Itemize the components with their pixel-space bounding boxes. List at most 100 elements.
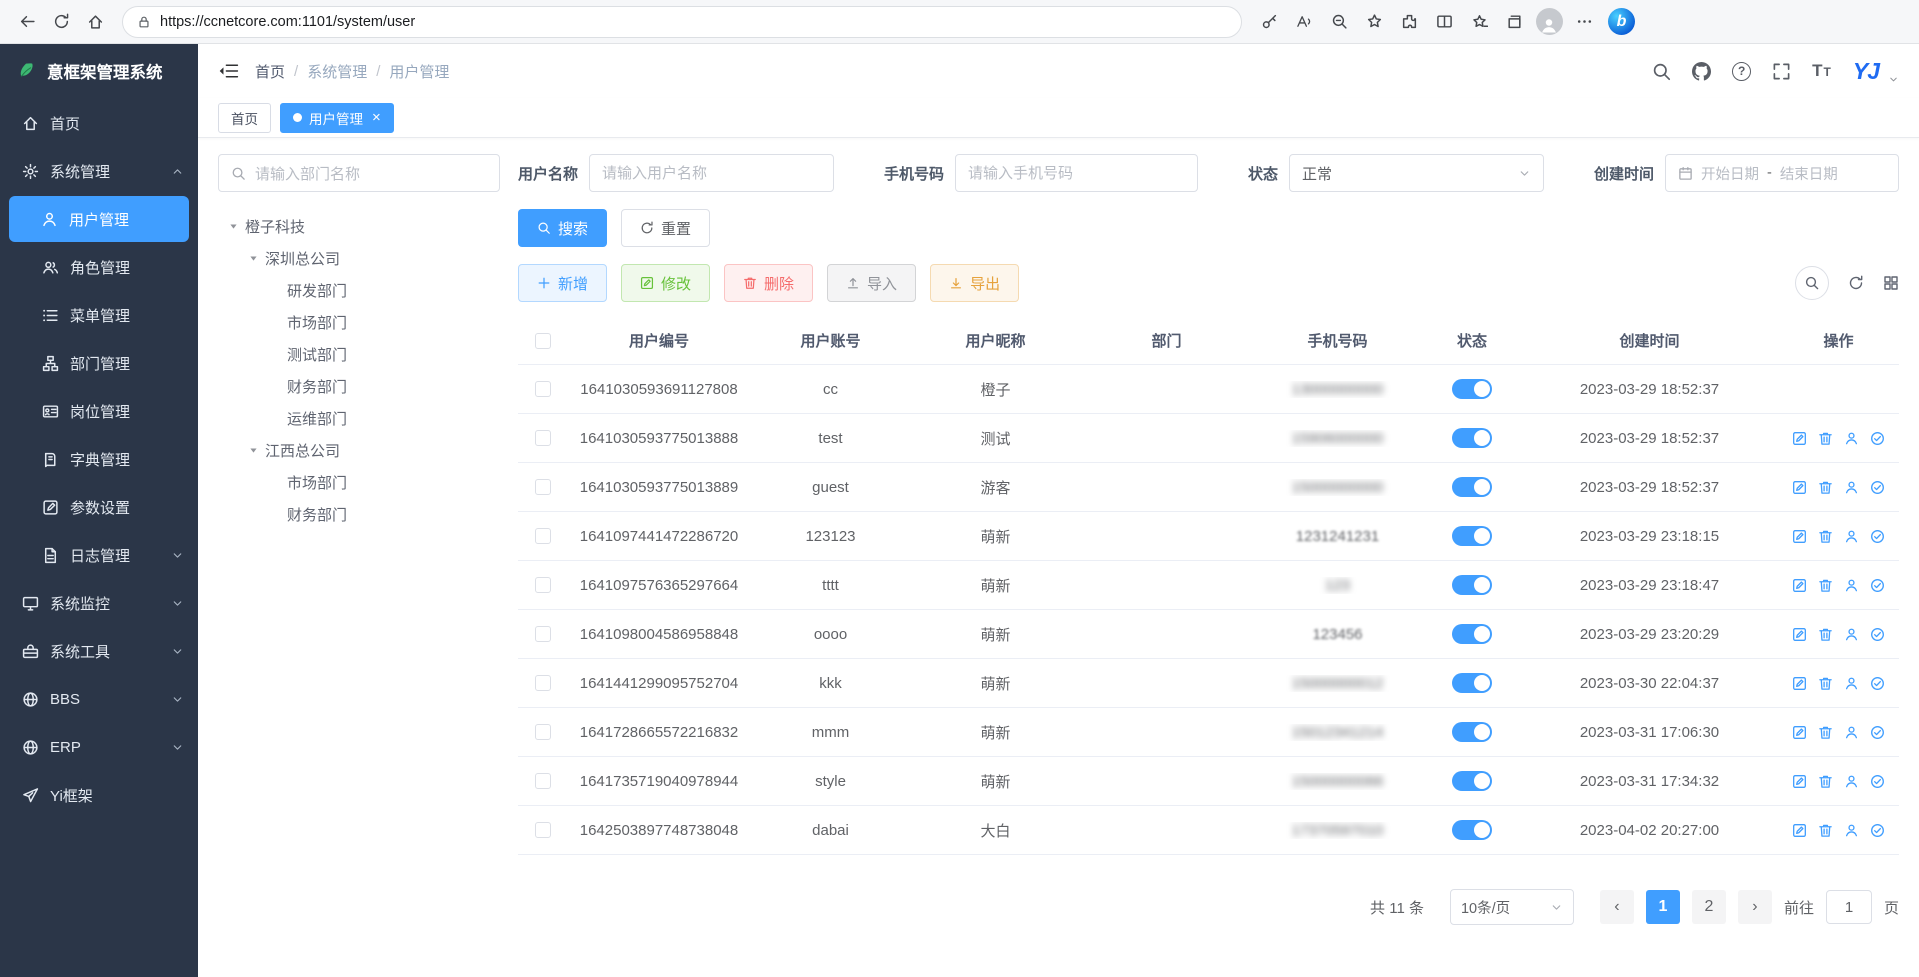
tree-node[interactable]: 深圳总公司 bbox=[218, 242, 500, 274]
username-input[interactable] bbox=[589, 154, 834, 192]
refresh-table-icon[interactable] bbox=[1848, 275, 1864, 291]
delete-row-icon[interactable] bbox=[1818, 774, 1833, 789]
row-checkbox[interactable] bbox=[535, 430, 551, 446]
next-page-button[interactable]: › bbox=[1738, 890, 1772, 924]
add-button[interactable]: 新增 bbox=[518, 264, 607, 302]
status-toggle[interactable] bbox=[1452, 428, 1492, 448]
assign-role-icon[interactable] bbox=[1870, 774, 1885, 789]
sidebar-item-system[interactable]: 系统管理 bbox=[0, 148, 198, 194]
split-screen-icon[interactable] bbox=[1427, 5, 1461, 39]
tree-node[interactable]: 财务部门 bbox=[218, 370, 500, 402]
zoom-icon[interactable] bbox=[1322, 5, 1356, 39]
assign-role-icon[interactable] bbox=[1870, 529, 1885, 544]
assign-role-icon[interactable] bbox=[1870, 823, 1885, 838]
assign-role-icon[interactable] bbox=[1870, 480, 1885, 495]
reset-password-icon[interactable] bbox=[1844, 480, 1859, 495]
tree-node[interactable]: 研发部门 bbox=[218, 274, 500, 306]
assign-role-icon[interactable] bbox=[1870, 627, 1885, 642]
browser-refresh-button[interactable] bbox=[44, 5, 78, 39]
reset-password-icon[interactable] bbox=[1844, 676, 1859, 691]
sidebar-item-home[interactable]: 首页 bbox=[0, 100, 198, 146]
goto-page-input[interactable] bbox=[1826, 890, 1872, 924]
row-checkbox[interactable] bbox=[535, 381, 551, 397]
reset-password-icon[interactable] bbox=[1844, 774, 1859, 789]
favorites-add-icon[interactable] bbox=[1357, 5, 1391, 39]
tab-home[interactable]: 首页 bbox=[218, 103, 271, 133]
collapse-sidebar-icon[interactable] bbox=[218, 62, 239, 80]
delete-button[interactable]: 删除 bbox=[724, 264, 813, 302]
edit-row-icon[interactable] bbox=[1792, 431, 1807, 446]
reset-password-icon[interactable] bbox=[1844, 627, 1859, 642]
reset-password-icon[interactable] bbox=[1844, 578, 1859, 593]
sidebar-item-role[interactable]: 角色管理 bbox=[0, 244, 198, 290]
edit-row-icon[interactable] bbox=[1792, 774, 1807, 789]
breadcrumb-item-home[interactable]: 首页 bbox=[255, 61, 285, 82]
phone-input[interactable] bbox=[955, 154, 1198, 192]
help-icon[interactable]: ? bbox=[1732, 62, 1751, 81]
reset-password-icon[interactable] bbox=[1844, 725, 1859, 740]
tree-node[interactable]: 江西总公司 bbox=[218, 434, 500, 466]
sidebar-item-yiframe[interactable]: Yi框架 bbox=[0, 772, 198, 818]
row-checkbox[interactable] bbox=[535, 626, 551, 642]
status-toggle[interactable] bbox=[1452, 379, 1492, 399]
edit-row-icon[interactable] bbox=[1792, 823, 1807, 838]
prev-page-button[interactable]: ‹ bbox=[1600, 890, 1634, 924]
sidebar-item-dict[interactable]: 字典管理 bbox=[0, 436, 198, 482]
favorites-bar-icon[interactable] bbox=[1462, 5, 1496, 39]
status-toggle[interactable] bbox=[1452, 477, 1492, 497]
caret-down-icon[interactable] bbox=[224, 217, 242, 235]
edit-row-icon[interactable] bbox=[1792, 676, 1807, 691]
edit-row-icon[interactable] bbox=[1792, 725, 1807, 740]
read-aloud-icon[interactable] bbox=[1287, 5, 1321, 39]
tree-node[interactable]: 运维部门 bbox=[218, 402, 500, 434]
sidebar-item-user[interactable]: 用户管理 bbox=[9, 196, 189, 242]
tree-node[interactable]: 橙子科技 bbox=[218, 210, 500, 242]
row-checkbox[interactable] bbox=[535, 577, 551, 593]
tree-node[interactable]: 测试部门 bbox=[218, 338, 500, 370]
font-size-icon[interactable]: TT bbox=[1812, 61, 1832, 81]
status-toggle[interactable] bbox=[1452, 575, 1492, 595]
column-settings-icon[interactable] bbox=[1883, 275, 1899, 291]
reset-password-icon[interactable] bbox=[1844, 431, 1859, 446]
caret-down-icon[interactable] bbox=[244, 249, 262, 267]
caret-down-icon[interactable] bbox=[244, 441, 262, 459]
date-range-picker[interactable]: 开始日期 - 结束日期 bbox=[1665, 154, 1899, 192]
profile-avatar[interactable] bbox=[1532, 5, 1566, 39]
more-options-icon[interactable] bbox=[1567, 5, 1601, 39]
bing-icon[interactable]: b bbox=[1608, 8, 1635, 35]
collections-icon[interactable] bbox=[1497, 5, 1531, 39]
page-button-1[interactable]: 1 bbox=[1646, 890, 1680, 924]
sidebar-item-erp[interactable]: ERP bbox=[0, 724, 198, 770]
export-button[interactable]: 导出 bbox=[930, 264, 1019, 302]
sidebar-item-dept[interactable]: 部门管理 bbox=[0, 340, 198, 386]
delete-row-icon[interactable] bbox=[1818, 823, 1833, 838]
assign-role-icon[interactable] bbox=[1870, 431, 1885, 446]
edit-row-icon[interactable] bbox=[1792, 627, 1807, 642]
url-bar[interactable]: https://ccnetcore.com:1101/system/user bbox=[122, 6, 1242, 38]
tree-node[interactable]: 市场部门 bbox=[218, 466, 500, 498]
toggle-search-icon[interactable] bbox=[1795, 266, 1829, 300]
close-tab-icon[interactable]: × bbox=[372, 110, 381, 125]
delete-row-icon[interactable] bbox=[1818, 725, 1833, 740]
extensions-icon[interactable] bbox=[1392, 5, 1426, 39]
sidebar-item-param[interactable]: 参数设置 bbox=[0, 484, 198, 530]
edit-row-icon[interactable] bbox=[1792, 529, 1807, 544]
row-checkbox[interactable] bbox=[535, 724, 551, 740]
user-avatar[interactable]: YJ bbox=[1853, 58, 1879, 85]
dept-search-input[interactable]: 请输入部门名称 bbox=[218, 154, 500, 192]
page-button-2[interactable]: 2 bbox=[1692, 890, 1726, 924]
search-icon[interactable] bbox=[1652, 62, 1671, 81]
delete-row-icon[interactable] bbox=[1818, 480, 1833, 495]
tab-user-management[interactable]: 用户管理 × bbox=[280, 103, 394, 133]
row-checkbox[interactable] bbox=[535, 675, 551, 691]
status-toggle[interactable] bbox=[1452, 526, 1492, 546]
status-toggle[interactable] bbox=[1452, 673, 1492, 693]
modify-button[interactable]: 修改 bbox=[621, 264, 710, 302]
sidebar-item-post[interactable]: 岗位管理 bbox=[0, 388, 198, 434]
row-checkbox[interactable] bbox=[535, 822, 551, 838]
delete-row-icon[interactable] bbox=[1818, 578, 1833, 593]
delete-row-icon[interactable] bbox=[1818, 676, 1833, 691]
delete-row-icon[interactable] bbox=[1818, 529, 1833, 544]
sidebar-item-tools[interactable]: 系统工具 bbox=[0, 628, 198, 674]
edit-row-icon[interactable] bbox=[1792, 480, 1807, 495]
